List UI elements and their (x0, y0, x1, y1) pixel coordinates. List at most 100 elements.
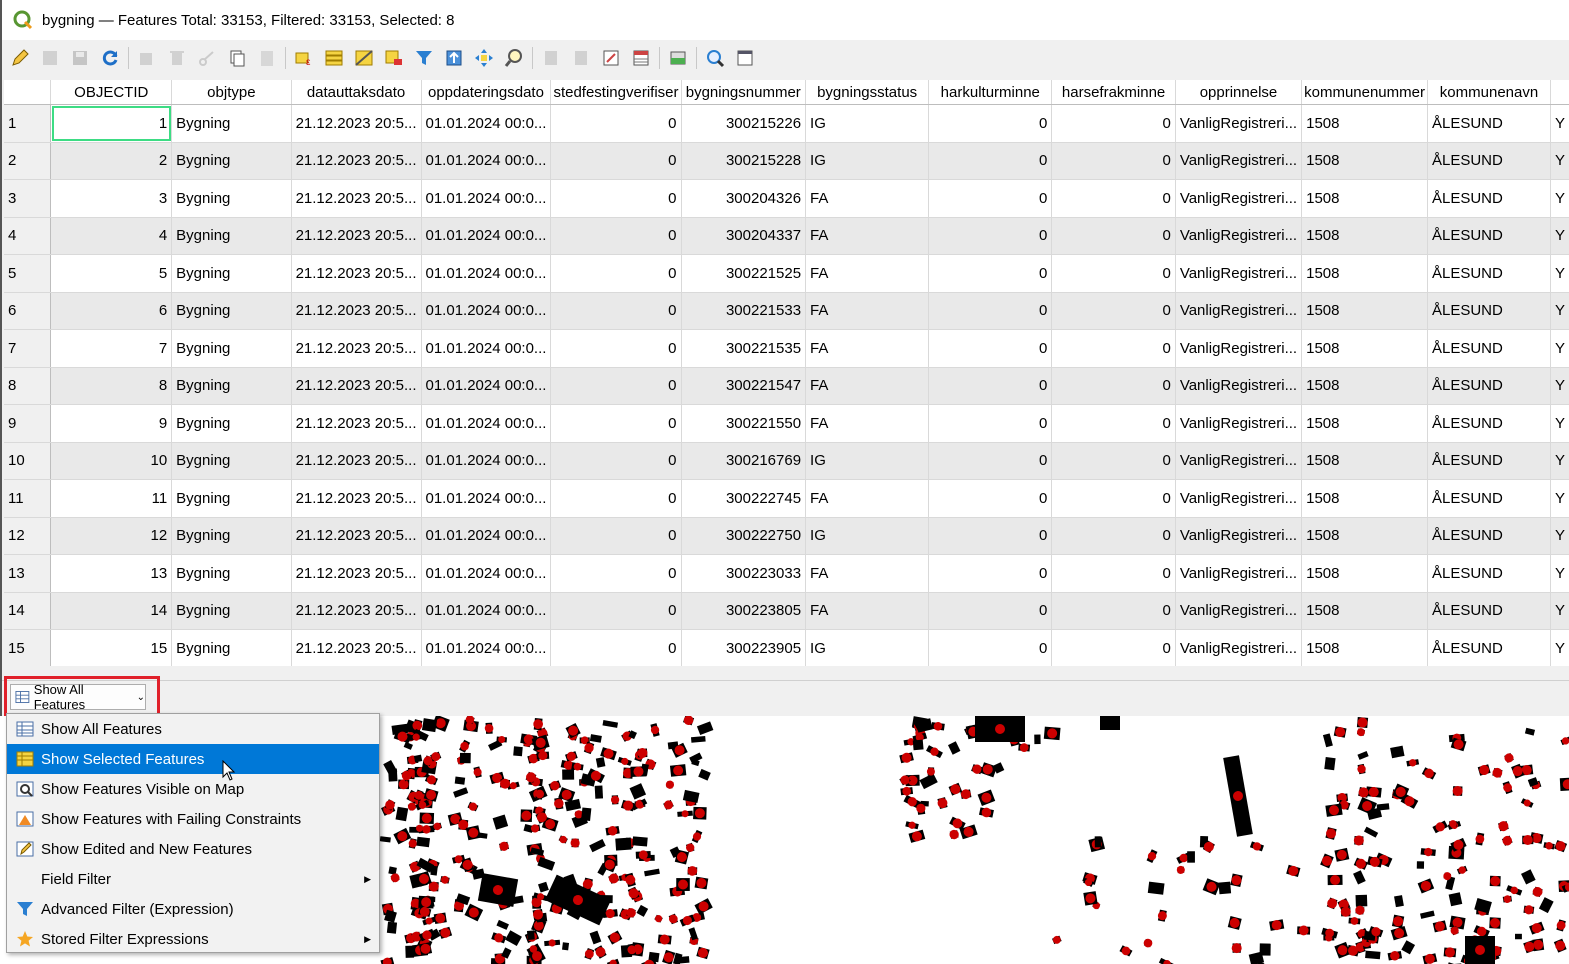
table-cell[interactable]: 0 (1051, 517, 1176, 555)
table-cell[interactable]: 0 (1051, 142, 1176, 180)
column-header[interactable] (1550, 80, 1569, 105)
table-cell[interactable]: 1508 (1301, 104, 1428, 143)
table-cell[interactable]: Y (1550, 142, 1569, 180)
column-header[interactable]: kommunenavn (1427, 80, 1552, 105)
table-cell[interactable]: 1508 (1301, 554, 1428, 593)
table-cell[interactable]: VanligRegistreri... (1175, 329, 1303, 368)
table-cell[interactable]: IG (805, 104, 930, 143)
menu-item-show-all-features[interactable]: Show All Features (7, 714, 379, 744)
menu-item-show-features-visible-on-map[interactable]: Show Features Visible on Map (7, 774, 379, 804)
table-cell[interactable]: 21.12.2023 20:5... (291, 404, 422, 443)
table-cell[interactable]: 01.01.2024 00:0... (421, 442, 552, 480)
row-header[interactable]: 14 (4, 592, 52, 630)
table-cell[interactable]: VanligRegistreri... (1175, 179, 1303, 218)
table-cell[interactable]: 1 (50, 104, 173, 143)
table-cell[interactable]: 300216769 (681, 442, 807, 480)
conditional-format-icon[interactable] (629, 46, 653, 70)
table-cell[interactable]: 0 (1051, 179, 1176, 218)
table-cell[interactable]: 0 (1051, 479, 1176, 518)
table-cell[interactable]: 1508 (1301, 179, 1428, 218)
expression-select-icon[interactable]: ε (292, 46, 316, 70)
table-cell[interactable]: FA (805, 179, 930, 218)
table-cell[interactable]: ÅLESUND (1427, 442, 1552, 480)
table-cell[interactable]: ÅLESUND (1427, 254, 1552, 293)
table-cell[interactable]: Bygning (171, 479, 292, 518)
table-cell[interactable]: VanligRegistreri... (1175, 367, 1303, 405)
table-cell[interactable]: 0 (928, 592, 1053, 630)
row-header[interactable]: 2 (4, 142, 52, 180)
table-cell[interactable]: 21.12.2023 20:5... (291, 367, 422, 405)
table-cell[interactable]: 300221550 (681, 404, 807, 443)
row-header[interactable]: 15 (4, 629, 52, 666)
table-cell[interactable]: VanligRegistreri... (1175, 217, 1303, 255)
add-feature-icon[interactable] (135, 46, 159, 70)
table-cell[interactable]: 0 (550, 479, 682, 518)
table-cell[interactable]: 1508 (1301, 404, 1428, 443)
table-cell[interactable]: 01.01.2024 00:0... (421, 292, 552, 330)
table-row[interactable]: 3 3 Bygning 21.12.2023 20:5... 01.01.2024 00… (4, 179, 1569, 218)
table-cell[interactable]: 0 (1051, 292, 1176, 330)
table-cell[interactable]: 0 (1051, 329, 1176, 368)
table-cell[interactable]: ÅLESUND (1427, 404, 1552, 443)
row-header[interactable]: 10 (4, 442, 52, 480)
table-cell[interactable]: VanligRegistreri... (1175, 479, 1303, 518)
table-cell[interactable]: VanligRegistreri... (1175, 554, 1303, 593)
table-cell[interactable]: VanligRegistreri... (1175, 592, 1303, 630)
table-cell[interactable]: ÅLESUND (1427, 142, 1552, 180)
table-cell[interactable]: ÅLESUND (1427, 517, 1552, 555)
table-cell[interactable]: VanligRegistreri... (1175, 254, 1303, 293)
table-cell[interactable]: Bygning (171, 329, 292, 368)
pencil-icon[interactable] (8, 46, 32, 70)
row-header[interactable]: 6 (4, 292, 52, 330)
column-header[interactable]: datauttaksdato (291, 80, 422, 105)
table-cell[interactable]: FA (805, 404, 930, 443)
table-cell[interactable]: VanligRegistreri... (1175, 104, 1303, 143)
table-cell[interactable]: Bygning (171, 217, 292, 255)
column-header[interactable]: stedfestingverifiser (550, 80, 682, 105)
table-cell[interactable]: ÅLESUND (1427, 104, 1552, 143)
table-cell[interactable]: 0 (928, 629, 1053, 666)
table-cell[interactable]: FA (805, 479, 930, 518)
table-cell[interactable]: 300215226 (681, 104, 807, 143)
table-cell[interactable]: 4 (50, 217, 173, 255)
table-cell[interactable]: 7 (50, 329, 173, 368)
menu-item-show-selected-features[interactable]: Show Selected Features (7, 744, 379, 774)
table-cell[interactable]: 21.12.2023 20:5... (291, 442, 422, 480)
table-cell[interactable]: 0 (928, 329, 1053, 368)
pan-to-selection-icon[interactable] (472, 46, 496, 70)
deselect-icon[interactable] (382, 46, 406, 70)
table-cell[interactable]: Bygning (171, 404, 292, 443)
table-cell[interactable]: Bygning (171, 517, 292, 555)
table-cell[interactable]: 0 (550, 592, 682, 630)
table-cell[interactable]: VanligRegistreri... (1175, 404, 1303, 443)
table-cell[interactable]: 0 (1051, 442, 1176, 480)
column-header[interactable]: oppdateringsdato (421, 80, 552, 105)
delete-field-icon[interactable] (569, 46, 593, 70)
table-cell[interactable]: 1508 (1301, 142, 1428, 180)
table-cell[interactable]: 0 (1051, 367, 1176, 405)
attribute-table[interactable]: OBJECTID objtype datauttaksdato oppdater… (4, 80, 1569, 666)
table-cell[interactable]: IG (805, 142, 930, 180)
column-header[interactable]: harkulturminne (928, 80, 1053, 105)
table-cell[interactable]: ÅLESUND (1427, 329, 1552, 368)
table-cell[interactable]: 21.12.2023 20:5... (291, 254, 422, 293)
table-cell[interactable]: VanligRegistreri... (1175, 517, 1303, 555)
table-cell[interactable]: 0 (550, 254, 682, 293)
table-cell[interactable]: 1508 (1301, 367, 1428, 405)
table-cell[interactable]: 21.12.2023 20:5... (291, 329, 422, 368)
table-cell[interactable]: 01.01.2024 00:0... (421, 142, 552, 180)
table-cell[interactable]: Bygning (171, 629, 292, 666)
row-header[interactable]: 4 (4, 217, 52, 255)
table-cell[interactable]: 01.01.2024 00:0... (421, 517, 552, 555)
invert-selection-icon[interactable] (352, 46, 376, 70)
table-cell[interactable]: IG (805, 629, 930, 666)
table-cell[interactable]: FA (805, 554, 930, 593)
table-cell[interactable]: 6 (50, 292, 173, 330)
table-cell[interactable]: 0 (550, 142, 682, 180)
table-cell[interactable]: 01.01.2024 00:0... (421, 629, 552, 666)
edit-icon[interactable] (38, 46, 62, 70)
table-cell[interactable]: 1508 (1301, 292, 1428, 330)
reload-icon[interactable] (98, 46, 122, 70)
new-field-icon[interactable] (539, 46, 563, 70)
column-header[interactable]: OBJECTID (50, 80, 173, 105)
